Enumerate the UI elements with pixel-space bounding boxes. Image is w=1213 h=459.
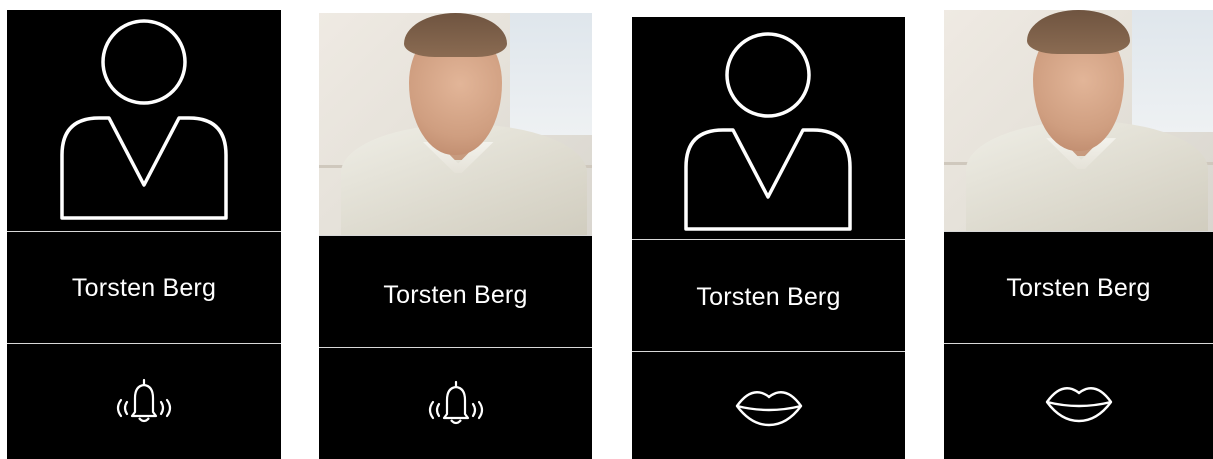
contact-name: Torsten Berg xyxy=(71,274,217,302)
contact-card-2[interactable]: Torsten Berg xyxy=(319,13,592,459)
contact-card-1[interactable]: Torsten Berg xyxy=(7,10,281,459)
contact-card-4[interactable]: Torsten Berg xyxy=(944,10,1213,459)
name-area: Torsten Berg xyxy=(319,236,592,347)
ringing-bell-icon[interactable] xyxy=(99,372,189,432)
ringing-bell-icon[interactable] xyxy=(411,374,501,434)
action-area[interactable] xyxy=(944,344,1213,459)
portrait-area xyxy=(632,17,905,239)
contact-card-3[interactable]: Torsten Berg xyxy=(632,17,905,459)
portrait-area xyxy=(7,10,281,231)
contact-name: Torsten Berg xyxy=(1006,274,1151,302)
person-outline-icon xyxy=(684,32,852,231)
action-area[interactable] xyxy=(7,344,281,459)
contact-name: Torsten Berg xyxy=(696,283,841,311)
name-area: Torsten Berg xyxy=(944,232,1213,343)
action-area[interactable] xyxy=(319,348,592,459)
name-area: Torsten Berg xyxy=(632,240,905,351)
name-area: Torsten Berg xyxy=(7,232,281,343)
lips-icon[interactable] xyxy=(729,381,809,431)
contact-name: Torsten Berg xyxy=(383,281,528,309)
person-outline-icon xyxy=(60,19,228,220)
lips-icon[interactable] xyxy=(1039,377,1119,427)
action-area[interactable] xyxy=(632,352,905,459)
contact-photo xyxy=(319,13,592,235)
contact-photo xyxy=(944,10,1213,231)
